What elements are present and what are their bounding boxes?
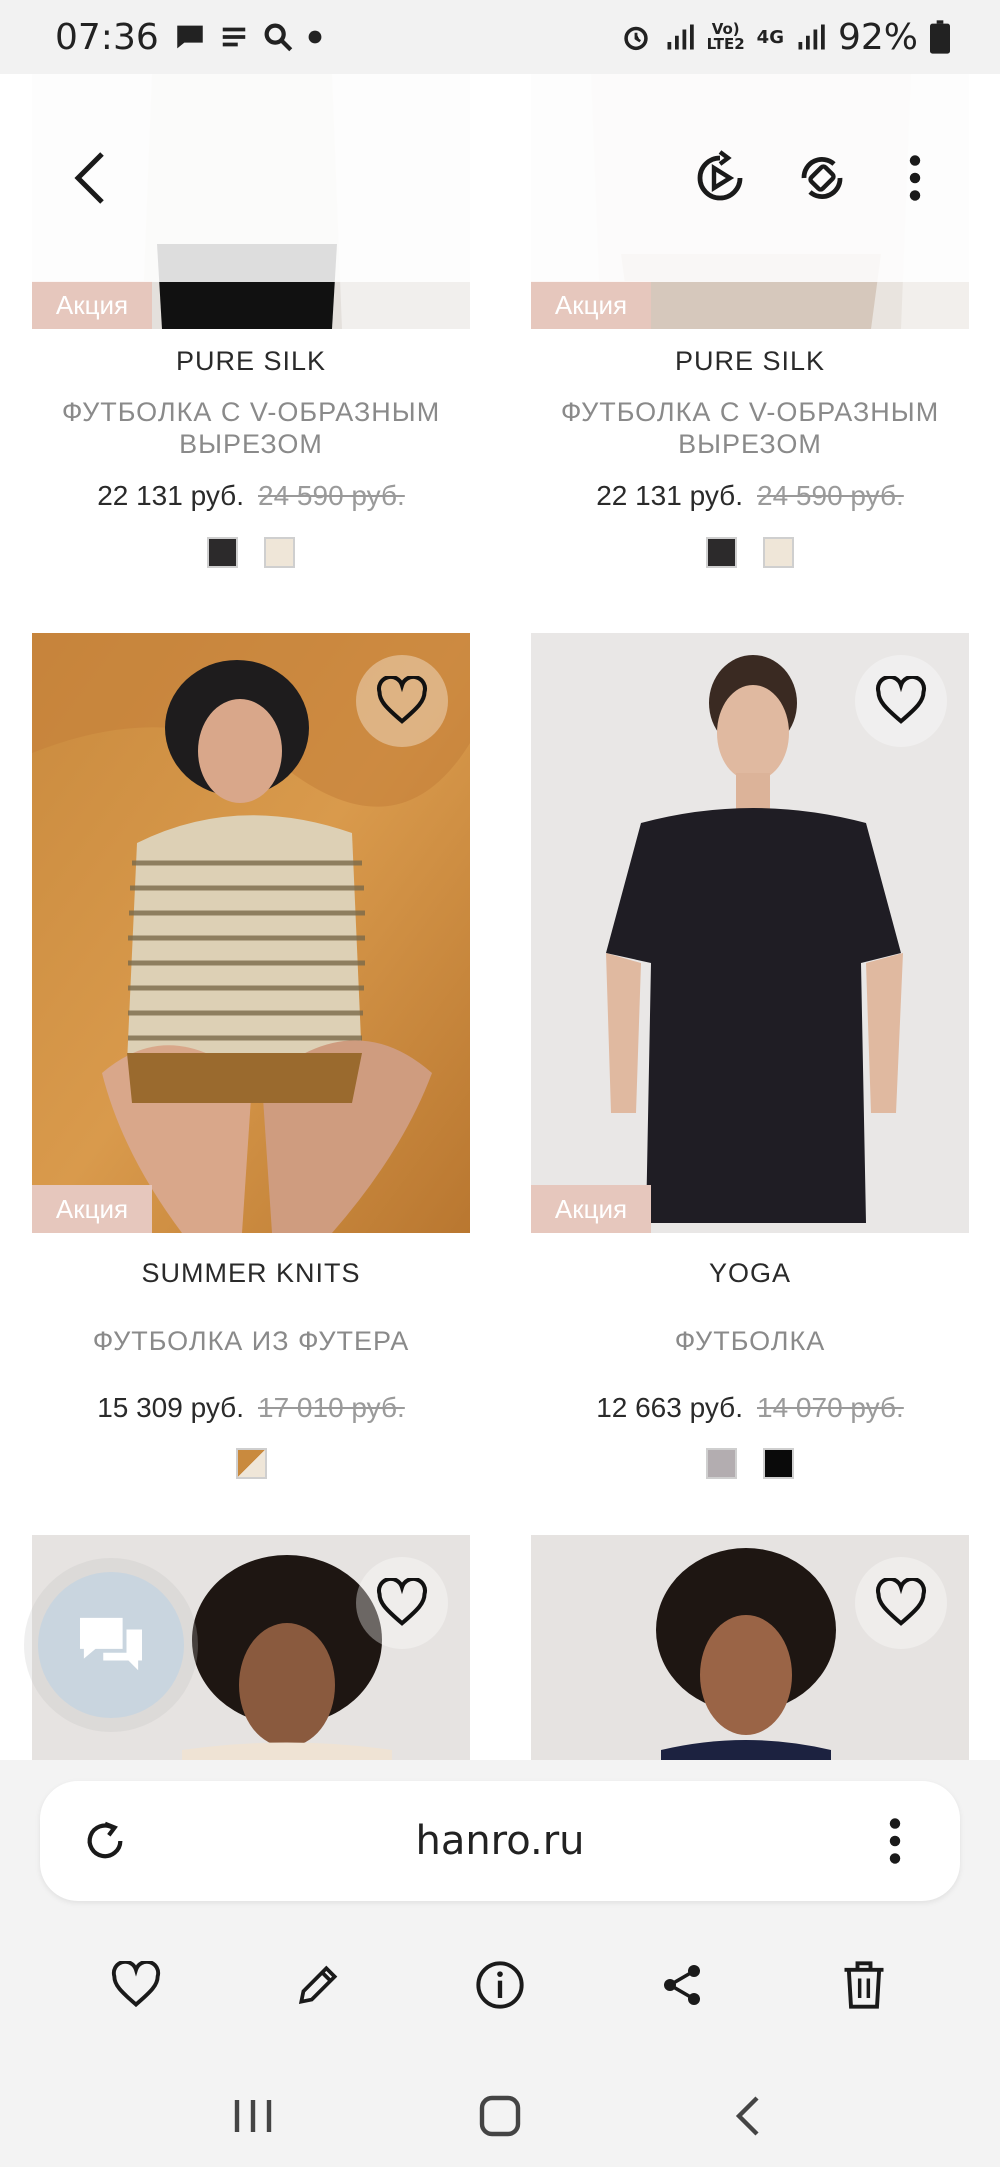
reload-icon: [87, 1821, 123, 1859]
chat-button[interactable]: [38, 1572, 184, 1718]
product-title[interactable]: ФУТБОЛКА ИЗ ФУТЕРА: [32, 1325, 470, 1357]
sale-badge: Акция: [531, 1185, 651, 1233]
nav-back-button[interactable]: [697, 2071, 797, 2161]
top-navigation: [0, 74, 1000, 282]
color-swatch[interactable]: [706, 1448, 737, 1479]
color-swatch[interactable]: [264, 537, 295, 568]
price-old: 14 070 руб.: [757, 1392, 904, 1423]
status-time: 07:36: [55, 16, 159, 58]
product-image[interactable]: Акция: [531, 633, 969, 1233]
more-vert-icon: [909, 155, 921, 201]
color-swatch[interactable]: [235, 1448, 267, 1479]
product-price: 15 309 руб. 17 010 руб.: [32, 1392, 470, 1424]
product-brand[interactable]: SUMMER KNITS: [32, 1258, 470, 1289]
share-icon: [664, 1965, 700, 2005]
battery-icon: [930, 20, 950, 54]
back-button[interactable]: [50, 74, 130, 282]
rotate-button[interactable]: [782, 74, 862, 282]
product-brand[interactable]: YOGA: [531, 1258, 969, 1289]
play-icon: [697, 150, 743, 201]
share-button[interactable]: [627, 1930, 737, 2040]
sale-badge: Акция: [32, 1185, 152, 1233]
sale-badge: Акция: [531, 281, 651, 329]
color-swatch[interactable]: [763, 537, 794, 568]
product-title[interactable]: ФУТБОЛКА: [531, 1325, 969, 1357]
product-image[interactable]: [531, 1535, 969, 1760]
sale-badge: Акция: [32, 281, 152, 329]
status-notification-icons: [173, 20, 323, 54]
rotate-icon: [801, 157, 843, 199]
price-current: 22 131 руб.: [596, 480, 743, 511]
home-button[interactable]: [450, 2071, 550, 2161]
play-button[interactable]: [680, 74, 760, 282]
heart-icon: [376, 676, 428, 724]
more-options-button[interactable]: [880, 74, 950, 282]
color-swatch[interactable]: [706, 537, 737, 568]
chat-bubble-icon: [177, 25, 203, 49]
browser-toolbar: [0, 1925, 1000, 2045]
heart-icon: [875, 1578, 927, 1626]
price-old: 24 590 руб.: [258, 480, 405, 511]
network-gen: 4G: [756, 26, 784, 48]
color-swatch[interactable]: [763, 1448, 794, 1479]
recents-icon: [235, 2100, 272, 2132]
product-title[interactable]: ФУТБОЛКА С V-ОБРАЗНЫМ ВЫРЕЗОМ: [32, 396, 470, 460]
heart-icon: [875, 676, 927, 724]
product-grid: Акция PURE SILK ФУТБОЛКА С V-ОБРАЗНЫМ ВЫ…: [0, 74, 1000, 1760]
heart-icon: [111, 1961, 161, 2008]
price-old: 24 590 руб.: [757, 480, 904, 511]
signal-icon: [667, 24, 694, 50]
color-swatches: [32, 537, 470, 568]
product-price: 22 131 руб. 24 590 руб.: [32, 480, 470, 512]
dot-icon: [308, 30, 322, 44]
favorite-page-button[interactable]: [81, 1930, 191, 2040]
battery-percent: 92%: [837, 16, 918, 58]
system-nav-bar: [0, 2065, 1000, 2167]
lines-icon: [222, 27, 245, 47]
favorite-button[interactable]: [356, 655, 448, 747]
alarm-icon: [623, 26, 648, 51]
address-bar[interactable]: hanro.ru: [40, 1781, 960, 1901]
edit-button[interactable]: [263, 1930, 373, 2040]
network-label: Vo) LTE2: [706, 20, 745, 53]
pencil-icon: [298, 1965, 338, 2005]
search-status-icon: [264, 23, 293, 52]
url-text[interactable]: hanro.ru: [170, 1818, 830, 1864]
product-brand[interactable]: PURE SILK: [32, 346, 470, 377]
price-old: 17 010 руб.: [258, 1392, 405, 1423]
product-price: 12 663 руб. 14 070 руб.: [531, 1392, 969, 1424]
signal-icon-2: [798, 24, 825, 50]
product-brand[interactable]: PURE SILK: [531, 346, 969, 377]
chat-icon: [80, 1617, 142, 1671]
heart-icon: [376, 1578, 428, 1626]
favorite-button[interactable]: [855, 655, 947, 747]
color-swatches: [531, 1448, 969, 1479]
info-button[interactable]: [445, 1930, 555, 2040]
product-price: 22 131 руб. 24 590 руб.: [531, 480, 969, 512]
price-current: 22 131 руб.: [97, 480, 244, 511]
status-bar: 07:36 Vo) LTE2 4G 92%: [0, 0, 1000, 74]
status-right: Vo) LTE2 4G 92%: [619, 17, 950, 58]
recents-button[interactable]: [203, 2071, 303, 2161]
product-title[interactable]: ФУТБОЛКА С V-ОБРАЗНЫМ ВЫРЕЗОМ: [531, 396, 969, 460]
info-icon: [476, 1961, 524, 2009]
color-swatch[interactable]: [207, 537, 238, 568]
reload-button[interactable]: [40, 1781, 170, 1901]
trash-icon: [844, 1961, 884, 2009]
favorite-button[interactable]: [356, 1557, 448, 1649]
home-icon: [479, 2095, 521, 2137]
price-current: 12 663 руб.: [596, 1392, 743, 1423]
more-vert-icon: [889, 1818, 901, 1864]
delete-button[interactable]: [809, 1930, 919, 2040]
color-swatches: [32, 1448, 470, 1479]
color-swatches: [531, 537, 969, 568]
product-image[interactable]: Акция: [32, 633, 470, 1233]
nav-back-icon: [735, 2096, 759, 2136]
browser-menu-button[interactable]: [830, 1781, 960, 1901]
favorite-button[interactable]: [855, 1557, 947, 1649]
browser-bottom-bar: hanro.ru: [0, 1760, 1000, 2167]
price-current: 15 309 руб.: [97, 1392, 244, 1423]
back-arrow-icon: [74, 152, 104, 204]
